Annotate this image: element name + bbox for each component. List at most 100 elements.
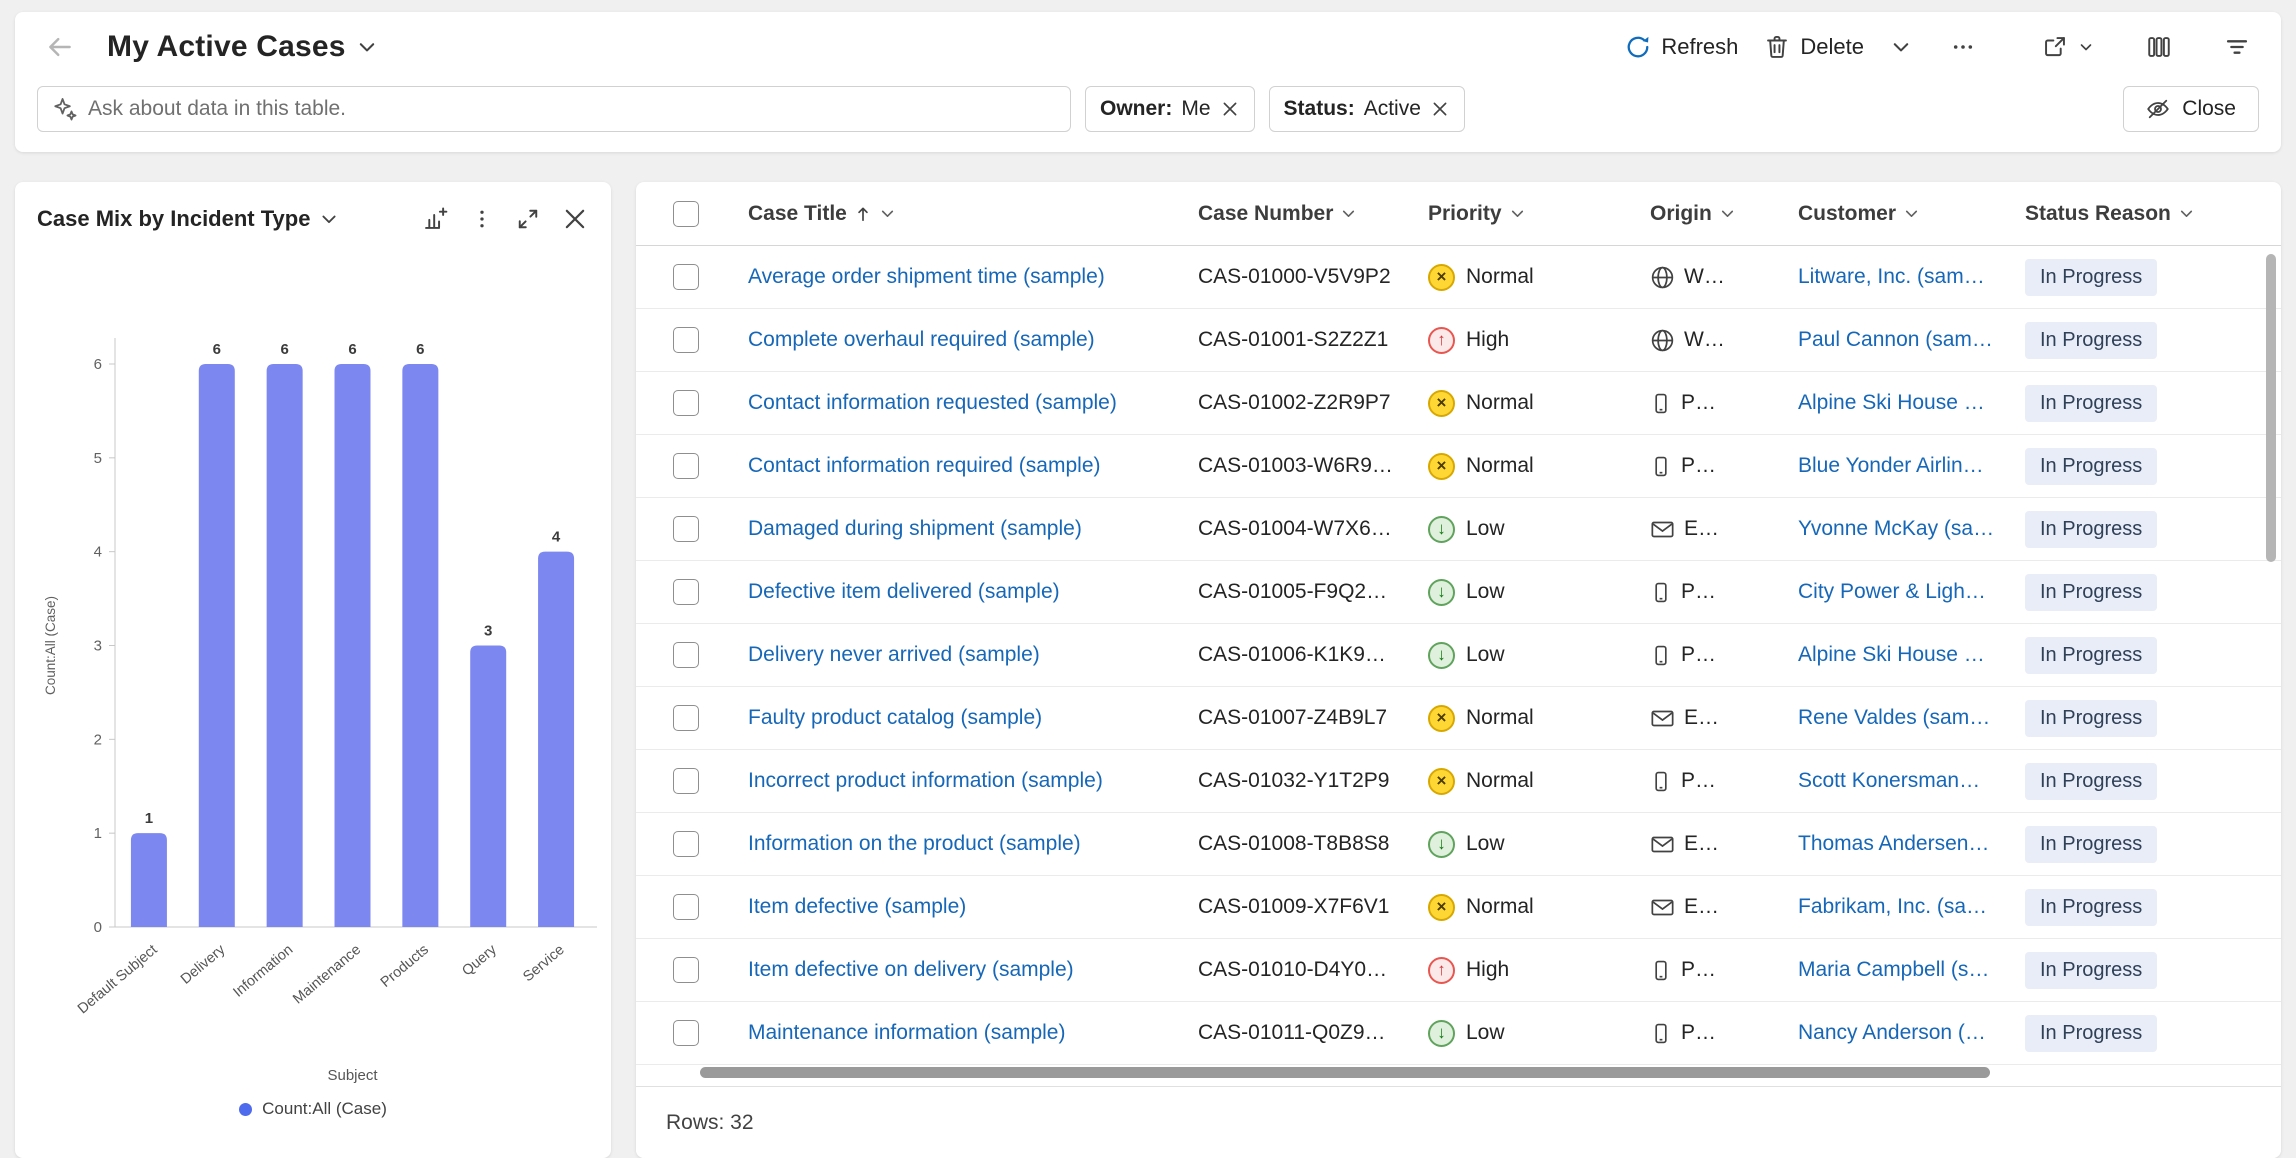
column-header-priority[interactable]: Priority xyxy=(1416,202,1638,226)
case-title-link[interactable]: Complete overhaul required (sample) xyxy=(748,328,1095,351)
ask-data-search-box[interactable] xyxy=(37,86,1071,132)
filter-pill-status[interactable]: Status: Active xyxy=(1269,86,1465,132)
row-checkbox[interactable] xyxy=(636,453,736,479)
case-title-link[interactable]: Faulty product catalog (sample) xyxy=(748,706,1042,729)
table-row[interactable]: Item defective (sample) CAS-01009-X7F6V1… xyxy=(636,876,2281,939)
svg-text:6: 6 xyxy=(280,341,288,358)
column-header-case-number[interactable]: Case Number xyxy=(1186,202,1416,226)
remove-filter-button[interactable] xyxy=(1220,99,1240,119)
checkbox[interactable] xyxy=(673,1020,699,1046)
search-input[interactable] xyxy=(88,97,1056,121)
row-checkbox[interactable] xyxy=(636,705,736,731)
table-row[interactable]: Contact information requested (sample) C… xyxy=(636,372,2281,435)
edit-filters-button[interactable] xyxy=(2215,27,2259,67)
row-checkbox[interactable] xyxy=(636,957,736,983)
horizontal-scrollbar[interactable] xyxy=(700,1067,1990,1078)
priority-cell: ↑High xyxy=(1416,327,1638,354)
case-title-link[interactable]: Item defective on delivery (sample) xyxy=(748,958,1074,981)
row-checkbox[interactable] xyxy=(636,579,736,605)
delete-button[interactable]: Delete xyxy=(1755,27,1873,67)
checkbox[interactable] xyxy=(673,453,699,479)
checkbox[interactable] xyxy=(673,390,699,416)
table-row[interactable]: Delivery never arrived (sample) CAS-0100… xyxy=(636,624,2281,687)
table-row[interactable]: Maintenance information (sample) CAS-010… xyxy=(636,1002,2281,1065)
select-all-checkbox[interactable] xyxy=(636,201,736,227)
checkbox[interactable] xyxy=(673,264,699,290)
table-row[interactable]: Item defective on delivery (sample) CAS-… xyxy=(636,939,2281,1002)
table-row[interactable]: Information on the product (sample) CAS-… xyxy=(636,813,2281,876)
row-checkbox[interactable] xyxy=(636,642,736,668)
row-checkbox[interactable] xyxy=(636,1020,736,1046)
customer-link[interactable]: Litware, Inc. (sam… xyxy=(1798,265,1985,288)
customer-link[interactable]: Yvonne McKay (sa… xyxy=(1798,517,1994,540)
row-checkbox[interactable] xyxy=(636,831,736,857)
back-button[interactable] xyxy=(37,26,83,68)
table-row[interactable]: Incorrect product information (sample) C… xyxy=(636,750,2281,813)
table-row[interactable]: Faulty product catalog (sample) CAS-0100… xyxy=(636,687,2281,750)
customer-link[interactable]: Paul Cannon (sam… xyxy=(1798,328,1993,351)
case-title-link[interactable]: Damaged during shipment (sample) xyxy=(748,517,1082,540)
row-checkbox[interactable] xyxy=(636,894,736,920)
column-header-case-title[interactable]: Case Title xyxy=(736,202,1186,226)
vertical-scrollbar[interactable] xyxy=(2266,254,2276,562)
checkbox[interactable] xyxy=(673,768,699,794)
case-title-link[interactable]: Item defective (sample) xyxy=(748,895,966,918)
checkbox[interactable] xyxy=(673,894,699,920)
checkbox[interactable] xyxy=(673,705,699,731)
customer-link[interactable]: City Power & Ligh… xyxy=(1798,580,1986,603)
table-row[interactable]: Defective item delivered (sample) CAS-01… xyxy=(636,561,2281,624)
refresh-label: Refresh xyxy=(1661,34,1738,60)
refresh-button[interactable]: Refresh xyxy=(1616,27,1747,67)
close-chart-button[interactable] xyxy=(553,199,597,239)
column-header-customer[interactable]: Customer xyxy=(1786,202,2013,226)
filter-pill-owner[interactable]: Owner: Me xyxy=(1085,86,1255,132)
customer-link[interactable]: Thomas Andersen… xyxy=(1798,832,1989,855)
row-checkbox[interactable] xyxy=(636,768,736,794)
remove-filter-button[interactable] xyxy=(1430,99,1450,119)
table-row[interactable]: Average order shipment time (sample) CAS… xyxy=(636,246,2281,309)
row-checkbox[interactable] xyxy=(636,390,736,416)
checkbox[interactable] xyxy=(673,957,699,983)
row-checkbox[interactable] xyxy=(636,264,736,290)
case-title-link[interactable]: Contact information required (sample) xyxy=(748,454,1101,477)
more-commands-chevron-button[interactable] xyxy=(1881,29,1921,65)
expand-chart-button[interactable] xyxy=(507,199,549,239)
column-header-origin[interactable]: Origin xyxy=(1638,202,1786,226)
case-title-link[interactable]: Maintenance information (sample) xyxy=(748,1021,1065,1044)
case-title-link[interactable]: Delivery never arrived (sample) xyxy=(748,643,1040,666)
checkbox[interactable] xyxy=(673,642,699,668)
checkbox[interactable] xyxy=(673,831,699,857)
checkbox[interactable] xyxy=(673,201,699,227)
chart-more-options-button[interactable] xyxy=(461,199,503,239)
customer-link[interactable]: Blue Yonder Airlin… xyxy=(1798,454,1984,477)
checkbox[interactable] xyxy=(673,516,699,542)
close-filter-bar-button[interactable]: Close xyxy=(2123,86,2259,132)
customer-link[interactable]: Nancy Anderson (… xyxy=(1798,1021,1986,1044)
view-selector[interactable]: My Active Cases xyxy=(107,30,378,64)
customer-link[interactable]: Alpine Ski House … xyxy=(1798,391,1985,414)
share-button[interactable] xyxy=(2033,27,2103,67)
checkbox[interactable] xyxy=(673,579,699,605)
case-title-link[interactable]: Average order shipment time (sample) xyxy=(748,265,1105,288)
checkbox[interactable] xyxy=(673,327,699,353)
customer-link[interactable]: Fabrikam, Inc. (sa… xyxy=(1798,895,1987,918)
case-title-link[interactable]: Information on the product (sample) xyxy=(748,832,1081,855)
customer-link[interactable]: Rene Valdes (sam… xyxy=(1798,706,1990,729)
add-chart-button[interactable] xyxy=(413,199,457,239)
row-checkbox[interactable] xyxy=(636,327,736,353)
customer-link[interactable]: Maria Campbell (s… xyxy=(1798,958,1989,981)
svg-text:4: 4 xyxy=(94,544,102,561)
case-title-link[interactable]: Incorrect product information (sample) xyxy=(748,769,1103,792)
table-row[interactable]: Damaged during shipment (sample) CAS-010… xyxy=(636,498,2281,561)
column-header-status-reason[interactable]: Status Reason xyxy=(2013,202,2281,226)
case-title-link[interactable]: Contact information requested (sample) xyxy=(748,391,1117,414)
customer-link[interactable]: Alpine Ski House … xyxy=(1798,643,1985,666)
edit-columns-button[interactable] xyxy=(2137,27,2181,67)
overflow-menu-button[interactable] xyxy=(1941,27,1985,67)
customer-link[interactable]: Scott Konersman… xyxy=(1798,769,1980,792)
chart-selector[interactable] xyxy=(319,209,339,229)
table-row[interactable]: Complete overhaul required (sample) CAS-… xyxy=(636,309,2281,372)
case-title-link[interactable]: Defective item delivered (sample) xyxy=(748,580,1060,603)
row-checkbox[interactable] xyxy=(636,516,736,542)
table-row[interactable]: Contact information required (sample) CA… xyxy=(636,435,2281,498)
